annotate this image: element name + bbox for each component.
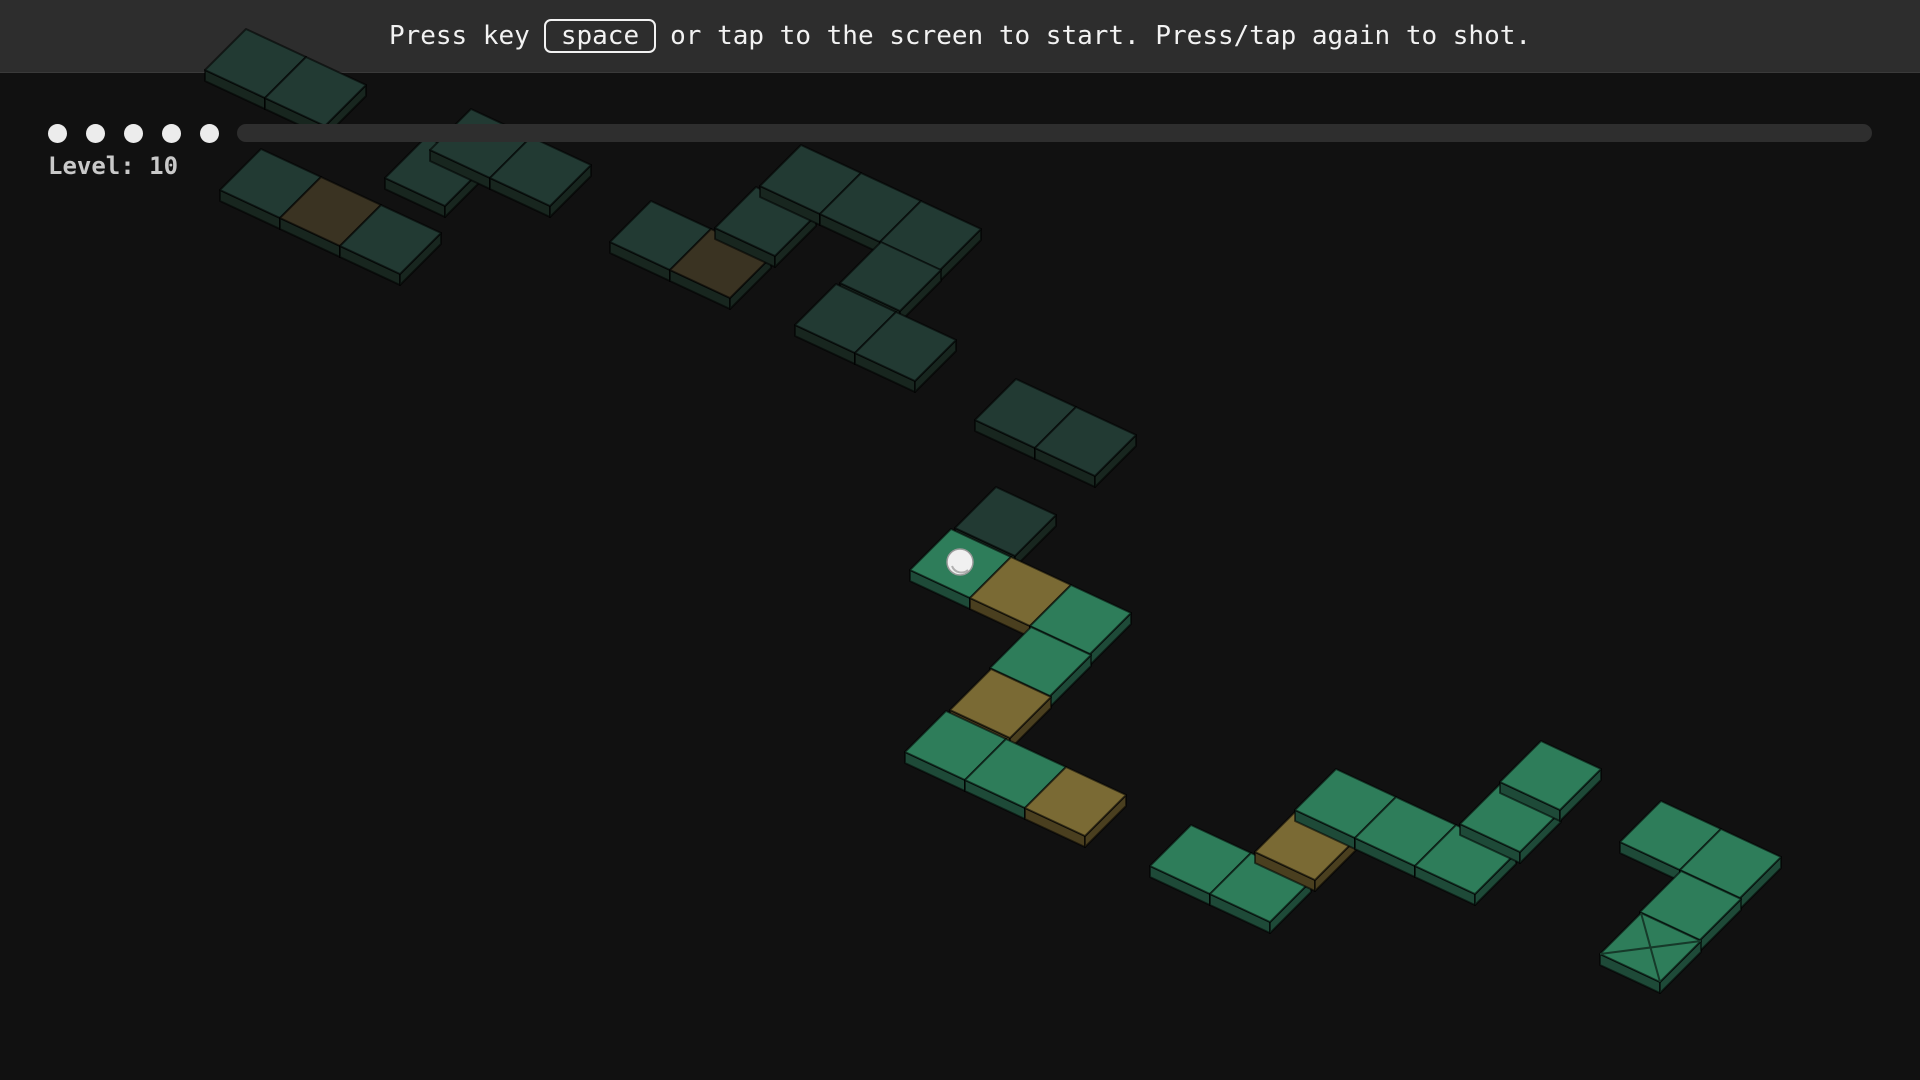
life-dot xyxy=(124,123,143,143)
lives-indicator xyxy=(48,123,219,143)
progress-bar xyxy=(237,124,1872,142)
life-dot xyxy=(48,123,67,143)
life-dot xyxy=(86,123,105,143)
ball xyxy=(946,548,974,576)
hud xyxy=(48,118,1872,148)
level-label: Level: 10 xyxy=(48,152,179,180)
life-dot xyxy=(200,123,219,143)
life-dot xyxy=(162,123,181,143)
game-board[interactable] xyxy=(0,0,1920,1080)
